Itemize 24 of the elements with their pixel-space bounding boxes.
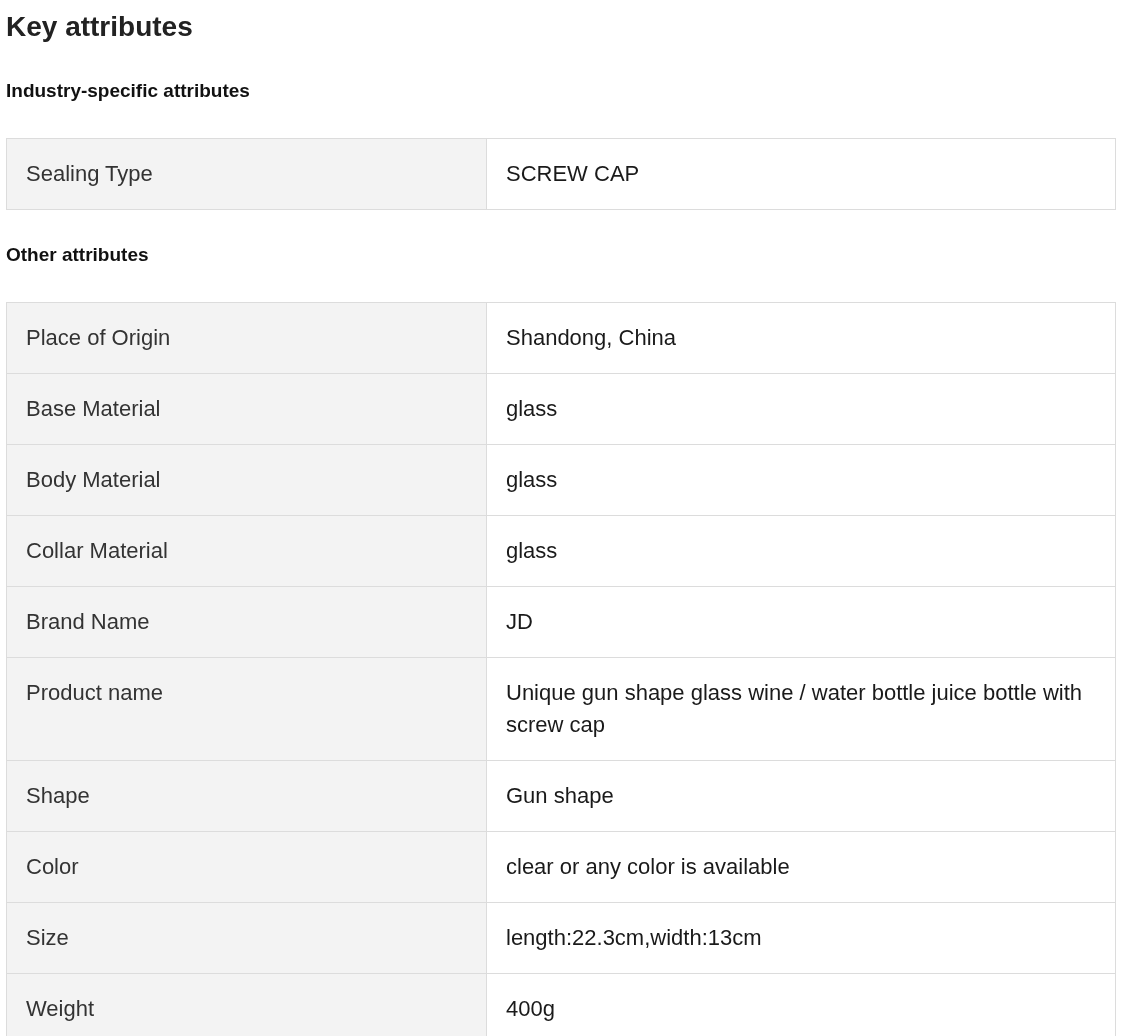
attribute-label: Color [7,832,487,903]
section-heading: Other attributes [6,243,150,267]
attribute-value: Gun shape [487,761,1116,832]
attribute-value: length:22.3cm,width:13cm [487,903,1116,974]
page-title: Key attributes [6,10,194,44]
attribute-label: Place of Origin [7,303,487,374]
attribute-label: Sealing Type [7,139,487,210]
attribute-value: JD [487,587,1116,658]
attribute-label: Shape [7,761,487,832]
attribute-value: Shandong, China [487,303,1116,374]
attribute-label: Size [7,903,487,974]
attribute-label: Base Material [7,374,487,445]
attribute-value: glass [487,445,1116,516]
attribute-label: Body Material [7,445,487,516]
attribute-value: SCREW CAP [487,139,1116,210]
attribute-value: glass [487,516,1116,587]
attribute-value: Unique gun shape glass wine / water bottle juice bottle with screw cap [487,658,1116,761]
attribute-label: Collar Material [7,516,487,587]
attribute-label: Weight [7,974,487,1036]
attribute-value: clear or any color is available [487,832,1116,903]
attribute-value: glass [487,374,1116,445]
attribute-label: Brand Name [7,587,487,658]
attribute-label: Product name [7,658,487,761]
section-heading: Industry-specific attributes [6,79,251,103]
